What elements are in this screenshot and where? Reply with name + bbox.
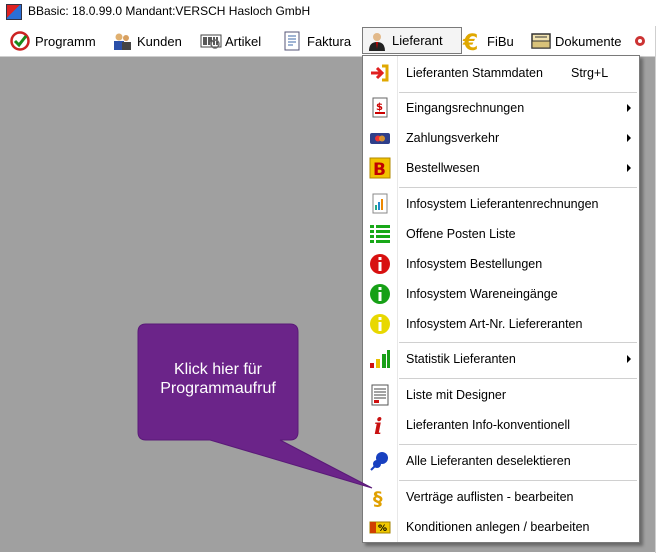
callout-shape <box>137 323 373 489</box>
callout-bubble: Klick hier für Programmaufruf <box>0 0 661 559</box>
callout-line-2: Programmaufruf <box>160 380 276 397</box>
callout-line-1: Klick hier für <box>173 361 263 378</box>
callout-text: Klick hier für Programmaufruf <box>138 360 298 398</box>
